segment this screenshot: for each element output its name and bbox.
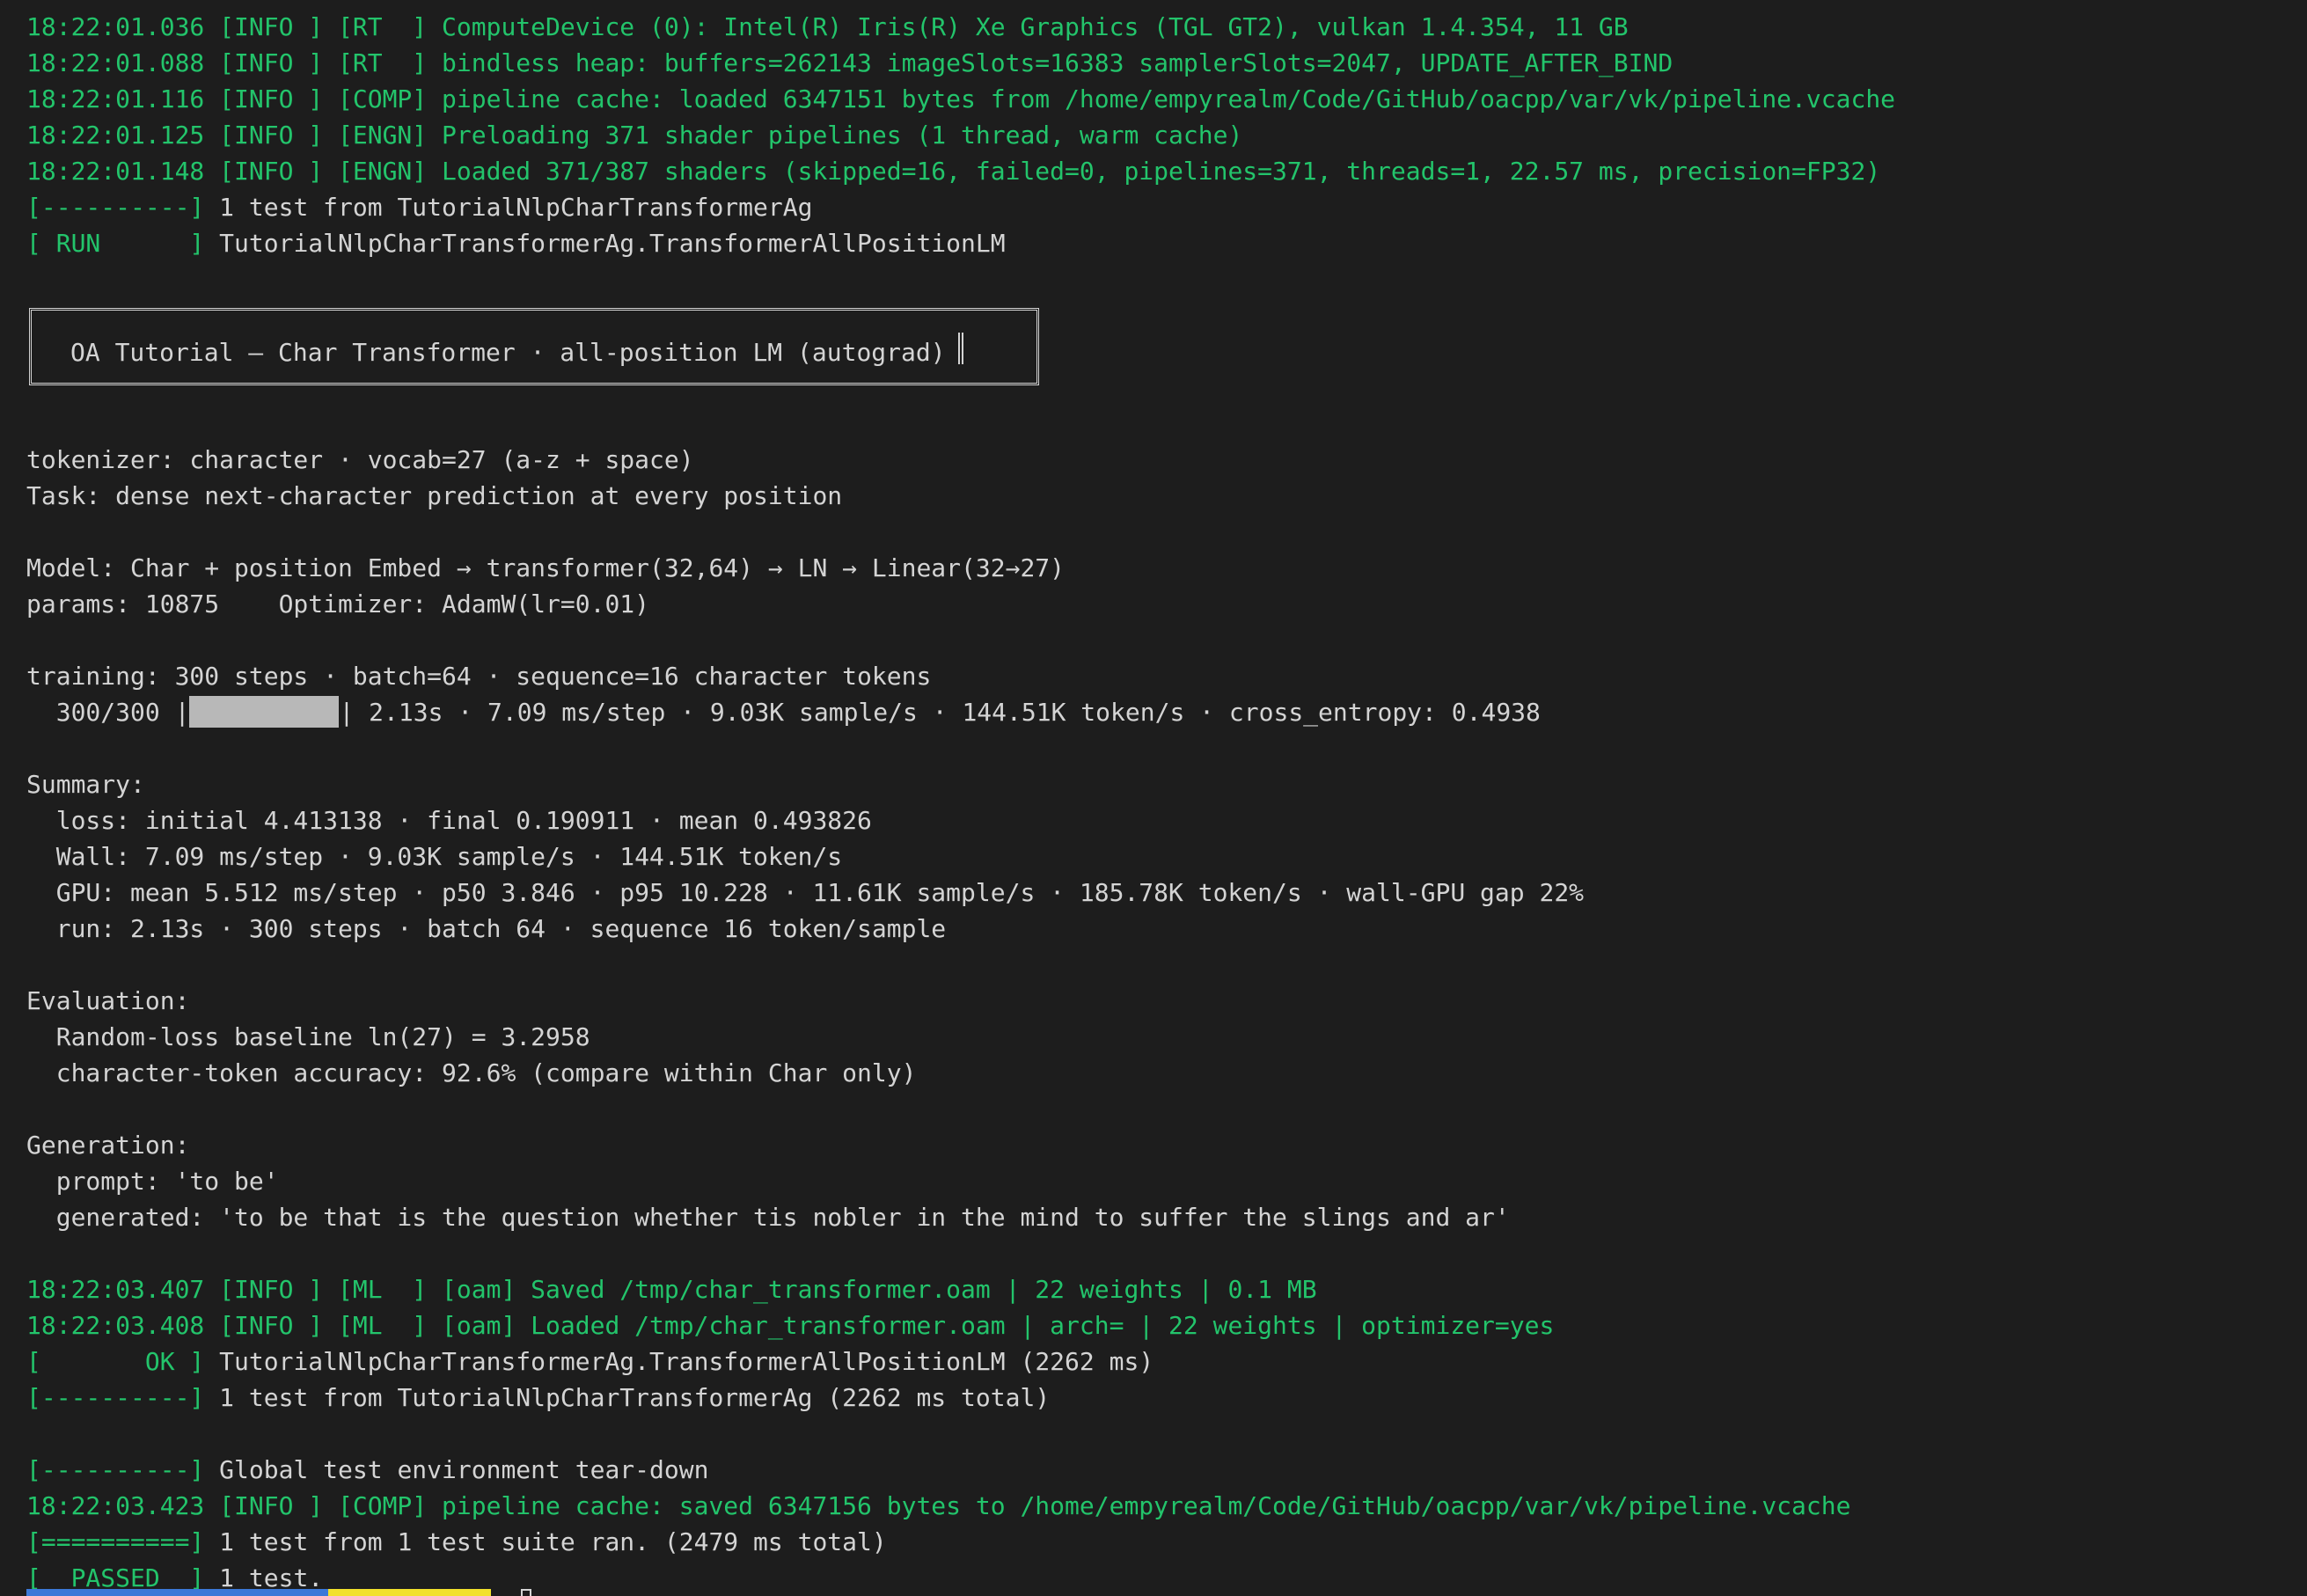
gtest-ok-text: TutorialNlpCharTransformerAg.Transformer… [204,1347,1154,1376]
progress-line: 300/300 | | 2.13s · 7.09 ms/step · 9.03K … [26,694,1541,730]
gtest-suite-start-line: [----------] 1 test from TutorialNlpChar… [26,189,812,225]
log-line-model-loaded: 18:22:03.408 [INFO ] [ML ] [oam] Loaded … [26,1311,1555,1340]
params-line: params: 10875 Optimizer: AdamW(lr=0.01) [26,589,650,619]
tokenizer-line: tokenizer: character · vocab=27 (a-z + s… [26,445,694,474]
evaluation-accuracy-line: character-token accuracy: 92.6% (compare… [26,1058,917,1087]
progress-bar [189,696,340,728]
generation-prompt-line: prompt: 'to be' [26,1167,279,1196]
log-line-pipeline-cache-loaded: 18:22:01.116 [INFO ] [COMP] pipeline cac… [26,84,1896,113]
summary-loss-line: loss: initial 4.413138 · final 0.190911 … [26,806,872,835]
gtest-separator-tag: [----------] [26,1383,205,1412]
model-line: Model: Char + position Embed → transform… [26,553,1066,582]
log-line-preloading-shaders: 18:22:01.125 [INFO ] [ENGN] Preloading 3… [26,121,1243,150]
log-line-compute-device: 18:22:01.036 [INFO ] [RT ] ComputeDevice… [26,12,1629,41]
banner-cursor-mark [958,333,963,364]
progress-prefix: 300/300 | [26,698,190,727]
gtest-separator-tag: [----------] [26,193,205,222]
gtest-teardown-line: [----------] Global test environment tea… [26,1452,708,1488]
gtest-separator-tag: [----------] [26,1455,205,1484]
progress-suffix: | 2.13s · 7.09 ms/step · 9.03K sample/s … [339,698,1541,727]
log-line-pipeline-cache-saved: 18:22:03.423 [INFO ] [COMP] pipeline cac… [26,1491,1851,1520]
tutorial-banner-title: OA Tutorial — Char Transformer · all-pos… [70,338,946,367]
gtest-suite-total-text: 1 test from TutorialNlpCharTransformerAg… [204,1383,1051,1412]
log-line-model-saved: 18:22:03.407 [INFO ] [ML ] [oam] Saved /… [26,1275,1317,1304]
gtest-suite-total-line: [----------] 1 test from TutorialNlpChar… [26,1380,1050,1416]
evaluation-baseline-line: Random-loss baseline ln(27) = 3.2958 [26,1022,590,1051]
gtest-suite-start-text: 1 test from TutorialNlpCharTransformerAg [204,193,813,222]
summary-wall-line: Wall: 7.09 ms/step · 9.03K sample/s · 14… [26,842,843,871]
gtest-ran-line: [==========] 1 test from 1 test suite ra… [26,1524,887,1560]
terminal-cursor [521,1589,531,1596]
gtest-ran-tag: [==========] [26,1527,205,1556]
status-strip [26,1589,491,1596]
summary-gpu-line: GPU: mean 5.512 ms/step · p50 3.846 · p9… [26,878,1585,907]
summary-heading: Summary: [26,770,145,799]
log-line-bindless-heap: 18:22:01.088 [INFO ] [RT ] bindless heap… [26,48,1673,77]
evaluation-heading: Evaluation: [26,986,190,1015]
generation-output-line: generated: 'to be that is the question w… [26,1203,1510,1232]
gtest-ok-line: [ OK ] TutorialNlpCharTransformerAg.Tran… [26,1343,1154,1380]
gtest-ran-text: 1 test from 1 test suite ran. (2479 ms t… [204,1527,887,1556]
gtest-teardown-text: Global test environment tear-down [204,1455,709,1484]
task-line: Task: dense next-character prediction at… [26,481,843,510]
gtest-ok-tag: [ OK ] [26,1347,205,1376]
terminal-window[interactable]: 18:22:01.036 [INFO ] [RT ] ComputeDevice… [0,0,2307,1596]
gtest-run-line: [ RUN ] TutorialNlpCharTransformerAg.Tra… [26,225,1006,261]
gtest-run-tag: [ RUN ] [26,229,205,258]
log-line-shaders-loaded: 18:22:01.148 [INFO ] [ENGN] Loaded 371/3… [26,157,1881,186]
summary-run-line: run: 2.13s · 300 steps · batch 64 · sequ… [26,914,947,943]
training-line: training: 300 steps · batch=64 · sequenc… [26,662,932,691]
gtest-run-text: TutorialNlpCharTransformerAg.Transformer… [204,229,1006,258]
generation-heading: Generation: [26,1131,190,1160]
